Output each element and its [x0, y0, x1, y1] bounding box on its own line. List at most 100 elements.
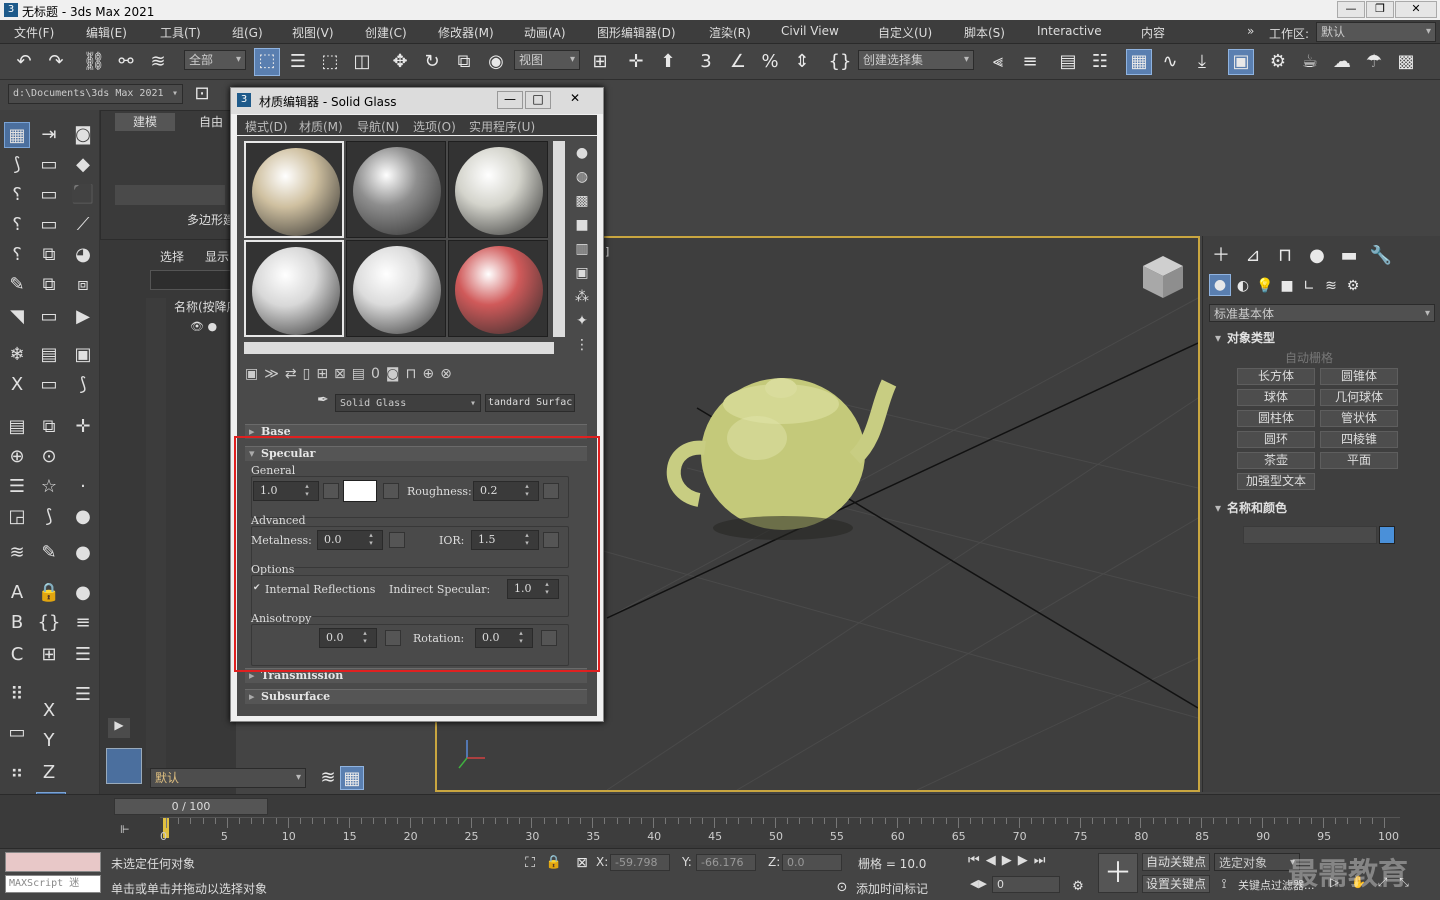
strip-cube-icon[interactable]: ⬛ — [70, 182, 96, 208]
link-icon[interactable]: ⛓ — [82, 50, 106, 74]
absolute-mode-icon[interactable]: ⊠ — [570, 851, 594, 875]
menu-content[interactable]: 内容 — [1141, 24, 1165, 41]
menu-animation[interactable]: 动画(A) — [524, 24, 566, 41]
strip-move-icon[interactable]: ⇥ — [36, 122, 62, 148]
menu-graph-editors[interactable]: 图形编辑器(D) — [597, 24, 676, 41]
layer-dropdown[interactable]: 默认 — [150, 768, 306, 788]
add-time-tag-icon[interactable]: ⊙ — [830, 876, 854, 900]
strip-text-a-icon[interactable]: A — [4, 580, 30, 606]
material-slot-4[interactable] — [244, 240, 344, 337]
cylinder-button[interactable]: 圆柱体 — [1237, 410, 1315, 427]
y-coordinate-field[interactable]: -66.176 — [696, 854, 756, 871]
tube-button[interactable]: 管状体 — [1320, 410, 1398, 427]
a360-gallery-icon[interactable]: ▩ — [1394, 50, 1418, 74]
keyboard-shortcut-override-icon[interactable]: ⬆ — [656, 50, 680, 74]
select-mode-icon[interactable]: ▦ — [4, 122, 30, 148]
selection-filter-dropdown[interactable]: 全部 — [184, 50, 246, 70]
strip-circle3-icon[interactable]: ● — [70, 580, 96, 606]
menu-scripting[interactable]: 脚本(S) — [964, 24, 1005, 41]
curve-editor-icon[interactable]: ∿ — [1158, 50, 1182, 74]
teapot-button[interactable]: 茶壶 — [1237, 452, 1315, 469]
material-slot-2[interactable] — [346, 141, 446, 238]
selection-lock-icon[interactable]: 🔒 — [542, 851, 566, 875]
strip-play-icon[interactable]: ▶ — [70, 304, 96, 330]
set-key-icon[interactable]: ＋ — [1098, 853, 1138, 893]
strip-dots-a-icon[interactable]: ⠿ — [4, 682, 30, 708]
strip-sphere-icon[interactable]: ◕ — [70, 242, 96, 268]
project-folder-dropdown[interactable]: d:\Documents\3ds Max 2021 — [8, 84, 183, 104]
geometry-icon[interactable]: ● — [1209, 274, 1231, 296]
menu-edit[interactable]: 编辑(E) — [86, 24, 127, 41]
pivot-center-icon[interactable]: ⊞ — [588, 50, 612, 74]
mirror-icon[interactable]: ⫷ — [986, 50, 1010, 74]
strip-pen-icon[interactable]: ✎ — [4, 272, 30, 298]
pyramid-button[interactable]: 四棱锥 — [1320, 431, 1398, 448]
select-manipulate-icon[interactable]: ✛ — [624, 50, 648, 74]
scene-expand-icon[interactable]: ▶ — [108, 718, 130, 738]
strip-brush-icon[interactable]: ⟋ — [70, 212, 96, 238]
material-tools-row[interactable]: ▣≫⇄▯⊞⊠▤0◙⊓⊕⊗ — [245, 366, 585, 388]
spinner-snap-icon[interactable]: ⇕ — [790, 50, 814, 74]
motion-tab-icon[interactable]: ● — [1305, 244, 1329, 268]
z-coordinate-field[interactable]: 0.0 — [782, 854, 842, 871]
material-type-button[interactable]: tandard Surfac — [485, 394, 575, 412]
ribbon-tools-row[interactable] — [115, 185, 225, 205]
restore-button[interactable]: ❐ — [1366, 1, 1394, 18]
project-folder-icon[interactable]: ⊡ — [190, 82, 214, 106]
object-type-rollout[interactable]: 对象类型 — [1209, 328, 1435, 348]
scene-name-header[interactable]: 名称(按降序 — [174, 298, 239, 315]
strip-text-c-icon[interactable]: C — [4, 642, 30, 668]
material-slot-5[interactable] — [346, 240, 446, 337]
menu-customize[interactable]: 自定义(U) — [878, 24, 932, 41]
align-icon[interactable]: ≡ — [1018, 50, 1042, 74]
maxscript-listener[interactable] — [5, 852, 101, 872]
track-bar[interactable]: 0 5 10 15 20 25 30 35 40 45 50 55 60 65 70 75 80 85 90 95 10… — [160, 817, 1400, 845]
render-in-cloud-icon[interactable]: ☂ — [1362, 50, 1386, 74]
primitive-category-dropdown[interactable]: 标准基本体 — [1209, 304, 1435, 322]
object-name-input[interactable] — [1243, 526, 1377, 544]
eye-icon[interactable]: 👁 ● — [190, 320, 217, 333]
rectangular-selection-icon[interactable]: ⬚ — [318, 50, 342, 74]
strip-wire-icon[interactable]: ⟆ — [36, 504, 62, 530]
render-setup-icon[interactable]: ⚙ — [1266, 50, 1290, 74]
playback-controls[interactable]: ⏮◀▶▶⏭ — [968, 853, 1092, 873]
viewcube-icon[interactable] — [1143, 256, 1183, 298]
snaps-toggle-icon[interactable]: 3 — [694, 50, 718, 74]
strip-cross-icon[interactable]: ✛ — [70, 414, 96, 440]
strip-bend-icon[interactable]: ⸮ — [4, 212, 30, 238]
minimize-button[interactable]: — — [1337, 1, 1365, 18]
tab-select[interactable]: 选择 — [160, 248, 184, 265]
strip-circle2-icon[interactable]: ● — [70, 540, 96, 566]
auto-key-button[interactable]: 自动关键点 — [1142, 853, 1210, 871]
strip-cam-icon[interactable]: ▣ — [70, 342, 96, 368]
eyedropper-icon[interactable]: ✒ — [317, 392, 329, 408]
mat-maximize-button[interactable]: □ — [525, 91, 551, 109]
menu-interactive[interactable]: Interactive — [1037, 24, 1102, 38]
slots-vertical-scrollbar[interactable] — [553, 141, 565, 337]
subsurface-rollout[interactable]: Subsurface — [245, 689, 587, 704]
autogrid-checkbox[interactable]: 自动栅格 — [1285, 349, 1333, 366]
reference-coordinate-dropdown[interactable]: 视图 — [514, 50, 580, 70]
strip-layer-icon[interactable]: ▭ — [36, 182, 62, 208]
menu-rendering[interactable]: 渲染(R) — [709, 24, 751, 41]
material-slot-6[interactable] — [448, 240, 548, 337]
menu-view[interactable]: 视图(V) — [292, 24, 334, 41]
axis-z-icon[interactable]: Z — [36, 760, 62, 786]
redo-icon[interactable]: ↷ — [44, 50, 68, 74]
strip-box-icon[interactable]: ⧈ — [70, 272, 96, 298]
strip-save-icon[interactable]: ▭ — [36, 372, 62, 398]
lights-icon[interactable]: 💡 — [1253, 274, 1277, 298]
strip-gift-icon[interactable]: ⊞ — [36, 642, 62, 668]
mat-menu-utilities[interactable]: 实用程序(U) — [469, 118, 535, 135]
text-plus-button[interactable]: 加强型文本 — [1237, 473, 1315, 490]
key-mode-icon[interactable]: ◀▶ — [970, 877, 987, 890]
strip-film-icon[interactable]: ▤ — [36, 342, 62, 368]
axis-y-icon[interactable]: Y — [36, 728, 62, 754]
scale-icon[interactable]: ⧉ — [452, 50, 476, 74]
geosphere-button[interactable]: 几何球体 — [1320, 389, 1398, 406]
name-color-rollout[interactable]: 名称和颜色 — [1209, 498, 1435, 518]
close-button[interactable]: ✕ — [1395, 1, 1437, 18]
named-selection-set-dropdown[interactable]: 创建选择集 — [858, 50, 974, 70]
strip-brush2-icon[interactable]: ✎ — [36, 540, 62, 566]
mat-menu-navigation[interactable]: 导航(N) — [357, 118, 399, 135]
